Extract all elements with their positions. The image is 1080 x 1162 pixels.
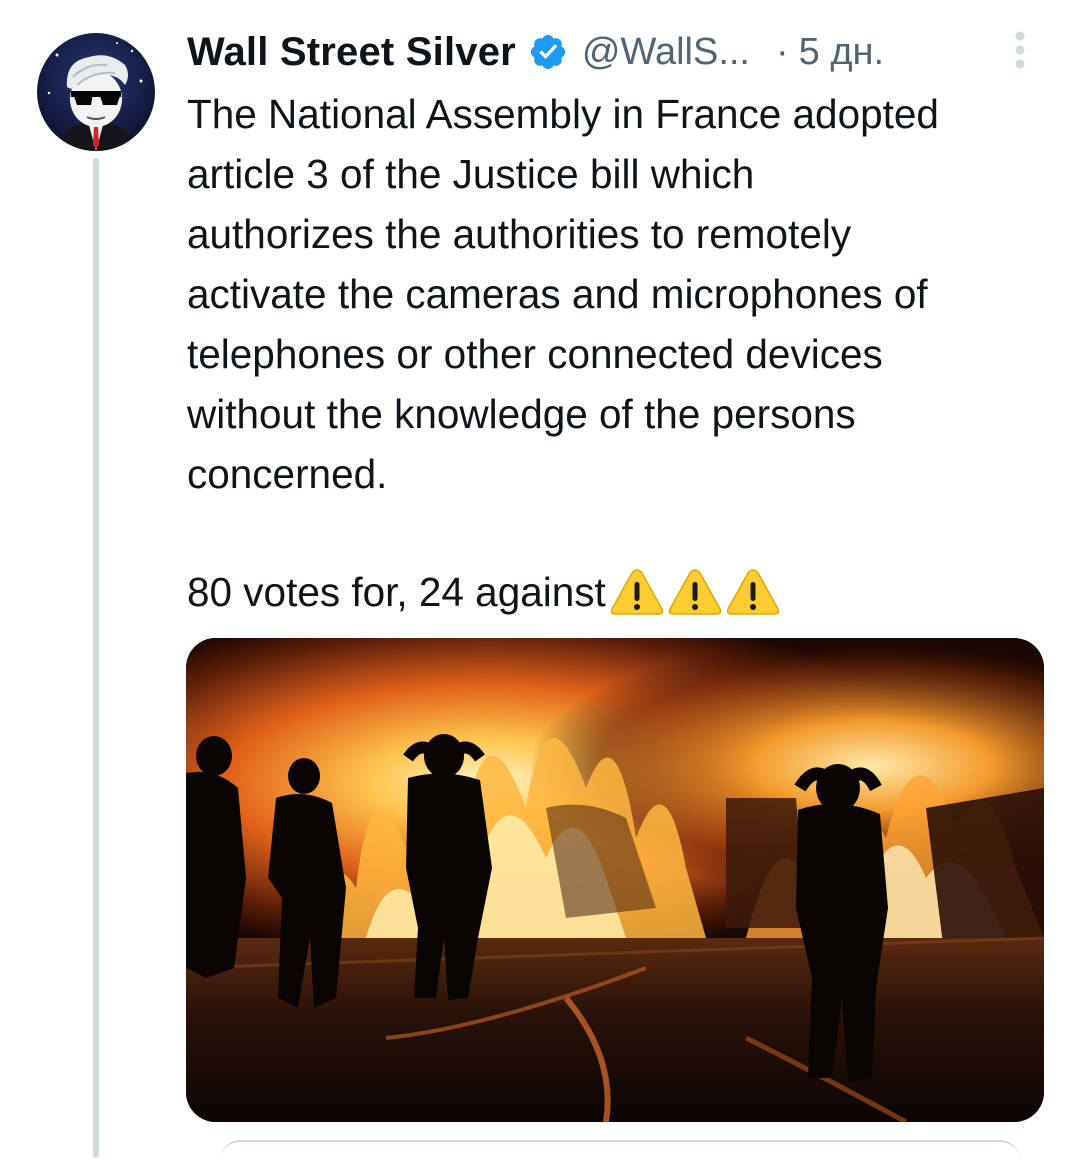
timestamp[interactable]: 5 дн. <box>799 31 884 74</box>
warning-icon <box>668 567 722 617</box>
tweet-photo[interactable] <box>186 638 1044 1122</box>
verified-badge-icon <box>528 32 568 72</box>
user-handle[interactable]: @WallS... <box>582 31 750 74</box>
thread-line <box>93 158 99 1158</box>
separator-dot: · <box>776 30 789 73</box>
fire-scene-image <box>186 638 1044 1122</box>
tweet-header: Wall Street Silver @WallS... · 5 дн. <box>187 24 1047 80</box>
warning-icon <box>726 567 780 617</box>
votes-text: 80 votes for, 24 against <box>187 569 606 615</box>
warning-icon <box>610 567 664 617</box>
next-card-edge <box>220 1140 1020 1162</box>
more-vertical-icon[interactable] <box>1008 28 1032 72</box>
avatar-image <box>37 33 155 151</box>
tweet-text: The National Assembly in France adopted … <box>187 91 939 497</box>
votes-line: 80 votes for, 24 against <box>187 562 780 622</box>
display-name[interactable]: Wall Street Silver <box>187 30 516 75</box>
avatar[interactable] <box>37 33 155 151</box>
